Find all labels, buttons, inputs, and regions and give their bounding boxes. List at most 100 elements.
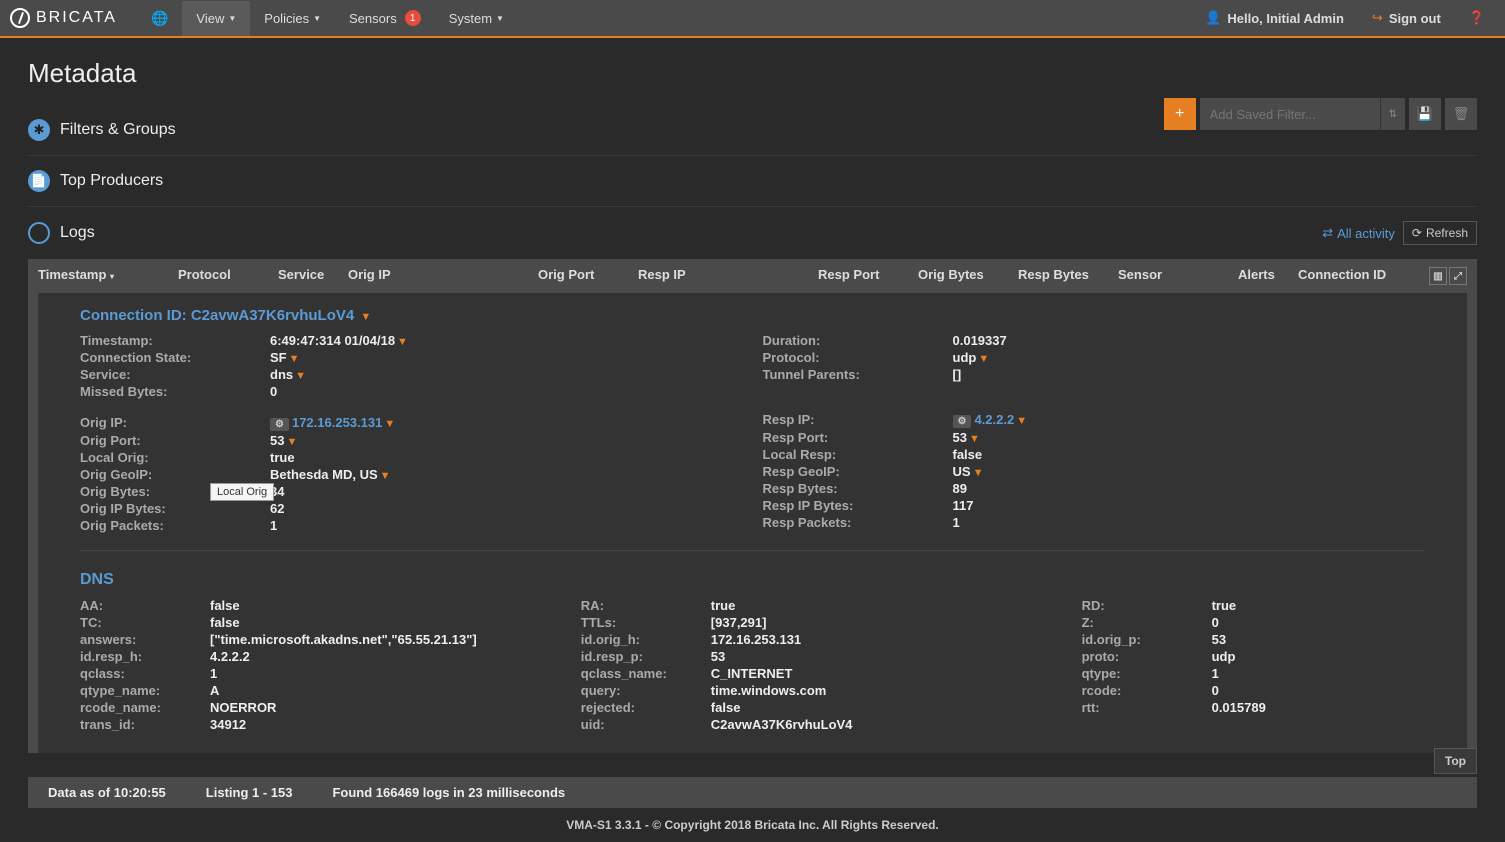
filter-icon[interactable]: ▼: [286, 436, 297, 448]
columns-button[interactable]: ▥: [1429, 267, 1447, 285]
filter-icon[interactable]: ▼: [1016, 415, 1027, 427]
orig-ip-link[interactable]: 172.16.253.131: [292, 415, 382, 430]
caret-down-icon: ▼: [228, 14, 236, 23]
label-trans-id: trans_id:: [80, 717, 210, 732]
label-tunnel-parents: Tunnel Parents:: [763, 367, 953, 382]
label-protocol: Protocol:: [763, 350, 953, 365]
nav-user[interactable]: 👤Hello, Initial Admin: [1195, 2, 1354, 34]
filter-icon[interactable]: ▼: [295, 370, 306, 382]
label-resp-ip: Resp IP:: [763, 412, 953, 428]
select-arrows-icon: ⇅: [1380, 98, 1405, 130]
brand-logo[interactable]: BRICATA: [10, 8, 117, 28]
filter-icon[interactable]: ▼: [397, 336, 408, 348]
logs-header[interactable]: Logs ⇄All activity ⟳Refresh: [28, 221, 1477, 245]
value-orig-geoip: Bethesda MD, US▼: [270, 467, 391, 482]
caret-down-icon: ▼: [496, 14, 504, 23]
value-resp-bytes: 89: [953, 481, 967, 496]
col-orig-bytes[interactable]: Orig Bytes: [918, 267, 1018, 285]
dns-col-1: AA:false TC:false answers:["time.microso…: [80, 597, 561, 733]
save-button[interactable]: 💾: [1409, 98, 1441, 130]
label-resp-port: Resp Port:: [763, 430, 953, 445]
col-resp-ip[interactable]: Resp IP: [638, 267, 818, 285]
add-filter-button[interactable]: +: [1164, 98, 1196, 130]
value-query: time.windows.com: [711, 683, 827, 698]
value-orig-ip-bytes: 62: [270, 501, 284, 516]
label-query: query:: [581, 683, 711, 698]
value-rtt: 0.015789: [1212, 700, 1266, 715]
connection-detail-grid: Timestamp:6:49:47:314 01/04/18▼ Connecti…: [80, 332, 1425, 534]
logs-table: Timestamp ▾ Protocol Service Orig IP Ori…: [28, 259, 1477, 753]
filter-icon[interactable]: ▼: [973, 467, 984, 479]
label-timestamp: Timestamp:: [80, 333, 270, 348]
delete-button[interactable]: 🗑: [1445, 98, 1477, 130]
refresh-button[interactable]: ⟳Refresh: [1403, 221, 1477, 245]
label-orig-ip: Orig IP:: [80, 415, 270, 431]
log-detail-panel: Connection ID: C2avwA37K6rvhuLoV4 ▼ Time…: [28, 293, 1477, 753]
filter-icon[interactable]: ▼: [384, 418, 395, 430]
swap-icon: ⇄: [1322, 225, 1333, 241]
col-orig-port[interactable]: Orig Port: [538, 267, 638, 285]
all-activity-link[interactable]: ⇄All activity: [1322, 221, 1395, 245]
saved-filter-input[interactable]: [1200, 98, 1380, 130]
nav-system[interactable]: System ▼: [435, 1, 518, 36]
col-connection-id[interactable]: Connection ID: [1298, 267, 1408, 285]
label-ttls: TTLs:: [581, 615, 711, 630]
status-listing: Listing 1 - 153: [206, 785, 293, 800]
label-proto: proto:: [1082, 649, 1212, 664]
user-icon: 👤: [1205, 10, 1221, 26]
nav-view[interactable]: View ▼: [182, 1, 250, 36]
col-protocol[interactable]: Protocol: [178, 267, 278, 285]
label-qtype: qtype:: [1082, 666, 1212, 681]
value-local-resp: false: [953, 447, 983, 462]
signout-icon: ↪: [1372, 10, 1383, 26]
value-missed-bytes: 0: [270, 384, 277, 399]
section-logs: Logs ⇄All activity ⟳Refresh Timestamp ▾ …: [28, 207, 1477, 767]
label-rejected: rejected:: [581, 700, 711, 715]
filter-icon[interactable]: ▼: [289, 353, 300, 365]
status-asof: Data as of 10:20:55: [48, 785, 166, 800]
col-service[interactable]: Service: [278, 267, 348, 285]
value-resp-port: 53▼: [953, 430, 980, 445]
filter-icon[interactable]: ▼: [969, 433, 980, 445]
label-id-resp-h: id.resp_h:: [80, 649, 210, 664]
pivot-button[interactable]: ⚙: [953, 415, 972, 428]
saved-filter-select[interactable]: ⇅: [1200, 98, 1405, 130]
value-qclass-name: C_INTERNET: [711, 666, 793, 681]
nav-help[interactable]: ❓: [1459, 2, 1495, 34]
col-resp-port[interactable]: Resp Port: [818, 267, 918, 285]
pivot-button[interactable]: ⚙: [270, 418, 289, 431]
col-sensor[interactable]: Sensor: [1118, 267, 1238, 285]
detail-col-orig: Timestamp:6:49:47:314 01/04/18▼ Connecti…: [80, 332, 743, 534]
col-orig-ip[interactable]: Orig IP: [348, 267, 538, 285]
value-rcode: 0: [1212, 683, 1219, 698]
value-orig-packets: 1: [270, 518, 277, 533]
label-conn-state: Connection State:: [80, 350, 270, 365]
resp-ip-link[interactable]: 4.2.2.2: [974, 412, 1014, 427]
dns-col-3: RD:true Z:0 id.orig_p:53 proto:udp qtype…: [1082, 597, 1425, 733]
value-id-orig-p: 53: [1212, 632, 1226, 647]
label-resp-bytes: Resp Bytes:: [763, 481, 953, 496]
col-alerts[interactable]: Alerts: [1238, 267, 1298, 285]
dns-col-2: RA:true TTLs:[937,291] id.orig_h:172.16.…: [581, 597, 1062, 733]
page-title: Metadata: [28, 58, 1477, 89]
nav-globe[interactable]: 🌐: [137, 0, 182, 37]
filter-icon[interactable]: ▼: [380, 470, 391, 482]
label-id-orig-p: id.orig_p:: [1082, 632, 1212, 647]
col-timestamp[interactable]: Timestamp ▾: [38, 267, 178, 285]
value-ra: true: [711, 598, 736, 613]
top-producers-header[interactable]: 📄 Top Producers: [28, 170, 1477, 192]
filter-icon[interactable]: ▼: [360, 311, 371, 323]
value-aa: false: [210, 598, 240, 613]
expand-button[interactable]: ⤢: [1449, 267, 1467, 285]
nav-signout[interactable]: ↪Sign out: [1362, 2, 1451, 34]
local-orig-tooltip: Local Orig: [210, 483, 274, 501]
table-tools: ▥ ⤢: [1429, 267, 1467, 285]
value-protocol: udp▼: [953, 350, 990, 365]
filter-icon[interactable]: ▼: [978, 353, 989, 365]
label-local-resp: Local Resp:: [763, 447, 953, 462]
scroll-top-button[interactable]: Top: [1434, 748, 1477, 774]
nav-policies[interactable]: Policies ▼: [250, 1, 335, 36]
nav-items: 🌐 View ▼ Policies ▼ Sensors1 System ▼: [137, 0, 1195, 37]
nav-sensors[interactable]: Sensors1: [335, 0, 435, 36]
col-resp-bytes[interactable]: Resp Bytes: [1018, 267, 1118, 285]
